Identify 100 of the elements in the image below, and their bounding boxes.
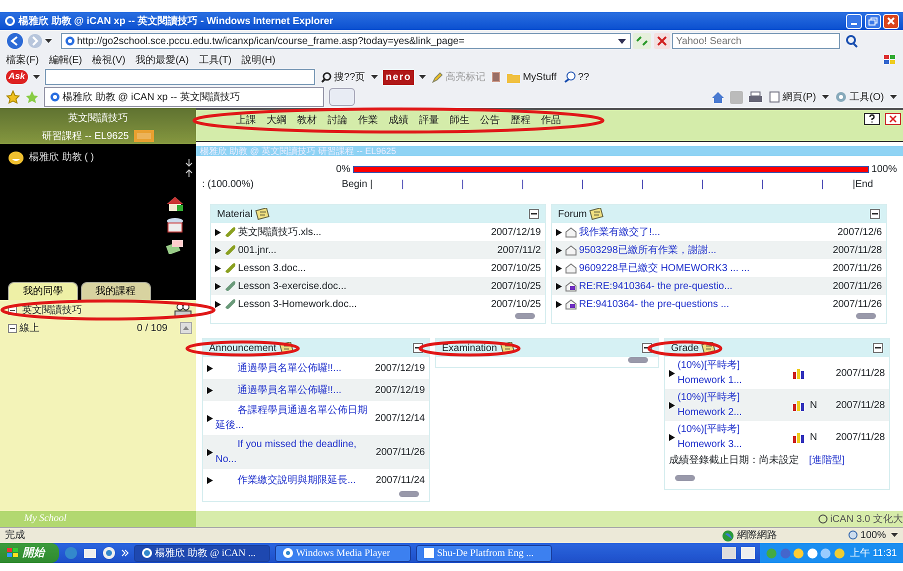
topic-link[interactable]: RE:RE:9410364- the pre-questio... xyxy=(579,278,830,294)
course-menu-item[interactable]: 作品 xyxy=(537,112,565,128)
more-button[interactable] xyxy=(856,313,876,319)
zoom-level[interactable]: 100% xyxy=(846,528,886,543)
tree-item[interactable]: 線上 xyxy=(20,320,40,336)
dropdown-icon[interactable] xyxy=(616,36,626,46)
announcement-link[interactable]: If you missed the deadline, No... xyxy=(216,435,374,469)
course-menu-item[interactable]: 評量 xyxy=(415,112,443,128)
favorites-star-icon[interactable] xyxy=(6,90,20,104)
menu-item[interactable]: 檢視(V) xyxy=(92,52,126,68)
tray-icon[interactable] xyxy=(806,548,818,558)
bar-chart-icon[interactable] xyxy=(792,399,806,411)
minus-icon xyxy=(531,213,537,215)
dropdown-icon[interactable] xyxy=(371,74,378,80)
zoom-button[interactable]: ?? xyxy=(562,68,590,86)
menu-item[interactable]: 工具(T) xyxy=(198,52,232,68)
bar-chart-icon[interactable] xyxy=(792,431,806,443)
stop-icon[interactable] xyxy=(654,33,670,49)
search-field[interactable]: Yahoo! Search xyxy=(672,33,840,49)
collapse-toggle[interactable] xyxy=(8,324,17,332)
printer-icon[interactable] xyxy=(748,90,764,104)
dropdown-icon[interactable] xyxy=(822,94,830,100)
topic-link[interactable]: 9609228早已繳交 HOMEWORK3 ... ... xyxy=(579,260,830,276)
folder-icon xyxy=(507,72,520,82)
dropdown-icon[interactable] xyxy=(418,74,426,80)
dropdown-icon[interactable] xyxy=(32,74,40,80)
minimize-panel-button[interactable] xyxy=(870,209,880,219)
course-menu-item[interactable]: 教材 xyxy=(293,112,321,128)
help-icon[interactable] xyxy=(741,547,756,559)
grade-link[interactable]: (10%)[平時考] Homework 3... xyxy=(678,421,790,453)
course-menu-item[interactable]: 上課 xyxy=(232,112,260,128)
course-menu-item[interactable]: 大綱 xyxy=(262,112,290,128)
refresh-icon[interactable] xyxy=(633,33,651,49)
grade-link[interactable]: (10%)[平時考] Homework 1... xyxy=(678,357,790,389)
minimize-panel-button[interactable] xyxy=(873,343,883,353)
command-button[interactable]: 網頁(P) xyxy=(768,88,818,106)
topic-link[interactable]: RE:9410364- the pre-questions ... xyxy=(579,296,830,312)
command-button[interactable]: 工具(O) xyxy=(834,88,885,106)
scroll-up-button[interactable] xyxy=(180,322,192,334)
topic-link[interactable]: 我作業有繳交了!... xyxy=(579,224,835,240)
envelopes-icon[interactable] xyxy=(166,238,184,254)
ask-search-field[interactable] xyxy=(44,69,315,85)
zoom-icon xyxy=(846,530,858,541)
file-link[interactable]: 英文閱讀技巧.xls... xyxy=(238,224,488,240)
dropdown-icon[interactable] xyxy=(890,94,897,100)
grade-link[interactable]: (10%)[平時考] Homework 2... xyxy=(678,389,790,421)
new-tag: N xyxy=(808,398,818,412)
search-button[interactable]: 搜??页 xyxy=(320,68,366,86)
maximize-button[interactable] xyxy=(864,14,880,28)
close-button[interactable] xyxy=(884,112,900,124)
announcement-link[interactable]: 通過學員名單公佈囉!!... xyxy=(216,380,372,400)
topic-link[interactable]: 9503298已繳所有作業，謝謝... xyxy=(579,242,830,258)
dropdown-icon[interactable] xyxy=(891,533,898,538)
browser-logo-icon xyxy=(140,547,152,559)
home-icon[interactable] xyxy=(166,196,184,212)
more-button[interactable] xyxy=(515,313,535,319)
menu-item[interactable]: 我的最愛(A) xyxy=(135,52,189,68)
player-icon[interactable] xyxy=(102,546,116,560)
announcement-link[interactable]: 各課程學員通過名單公佈日期延後... xyxy=(216,401,372,435)
collapse-arrows-icon[interactable] xyxy=(184,158,194,178)
start-button[interactable]: 開始 xyxy=(0,543,58,563)
taskbar-button[interactable]: 楊雅欣 助教 @ iCAN ... xyxy=(134,544,270,562)
bar-chart-icon[interactable] xyxy=(792,367,806,379)
more-button[interactable] xyxy=(675,475,695,481)
sidebar-tab[interactable]: 我的課程 xyxy=(80,282,150,300)
date: 2007/12/19 xyxy=(374,384,425,398)
file-link[interactable]: Lesson 3-exercise.doc... xyxy=(238,278,488,294)
sidebar-tab[interactable]: 我的同學 xyxy=(8,282,78,300)
mail-icon[interactable] xyxy=(82,547,96,559)
notes-icon xyxy=(500,342,516,354)
taskbar-button[interactable]: Windows Media Player xyxy=(274,544,410,562)
mystuff-button[interactable]: MyStuff xyxy=(506,68,558,86)
course-menu-item[interactable]: 公告 xyxy=(476,112,504,128)
course-menu-item[interactable]: 作業 xyxy=(354,112,382,128)
mailbox-icon[interactable] xyxy=(166,217,184,233)
mode-link[interactable]: [進階型] xyxy=(809,453,845,471)
tree-item[interactable]: 英文閱讀技巧 xyxy=(22,302,82,318)
file-link[interactable]: 001.jnr... xyxy=(238,242,495,258)
announcement-link[interactable]: 作業繳交說明與期限延長... xyxy=(216,470,374,490)
file-link[interactable]: Lesson 3.doc... xyxy=(238,260,488,276)
course-menu-item[interactable]: 歷程 xyxy=(506,112,534,128)
taskbar-button[interactable]: Shu-De Platfrom Eng ... xyxy=(416,544,552,562)
keyboard-icon[interactable] xyxy=(722,547,736,559)
minimize-panel-button[interactable] xyxy=(529,209,539,219)
menu-item[interactable]: 編輯(E) xyxy=(48,52,82,68)
chevron-icon[interactable] xyxy=(120,549,128,557)
address-field[interactable]: http://go2school.sce.pccu.edu.tw/icanxp/ican/course_frame.asp?today=yes&link_page= xyxy=(60,33,630,49)
help-button[interactable] xyxy=(864,112,880,124)
browser-tab[interactable]: 楊雅欣 助教 @ iCAN xp -- 英文閱讀技巧 xyxy=(44,87,324,107)
menu-item[interactable]: 說明(H) xyxy=(242,52,276,68)
course-menu-item[interactable]: 成績 xyxy=(384,112,412,128)
course-menu-item[interactable]: 師生 xyxy=(446,112,474,128)
dropdown-icon[interactable] xyxy=(45,38,52,44)
menu-item[interactable]: 檔案(F) xyxy=(6,52,39,68)
file-link[interactable]: Lesson 3-Homework.doc... xyxy=(238,296,488,312)
course-menu-item[interactable]: 討論 xyxy=(324,112,352,128)
back-icon[interactable] xyxy=(6,32,24,50)
announcement-link[interactable]: 通過學員名單公佈囉!!... xyxy=(216,358,372,378)
more-button[interactable] xyxy=(399,491,419,497)
minimize-button[interactable] xyxy=(846,14,862,28)
